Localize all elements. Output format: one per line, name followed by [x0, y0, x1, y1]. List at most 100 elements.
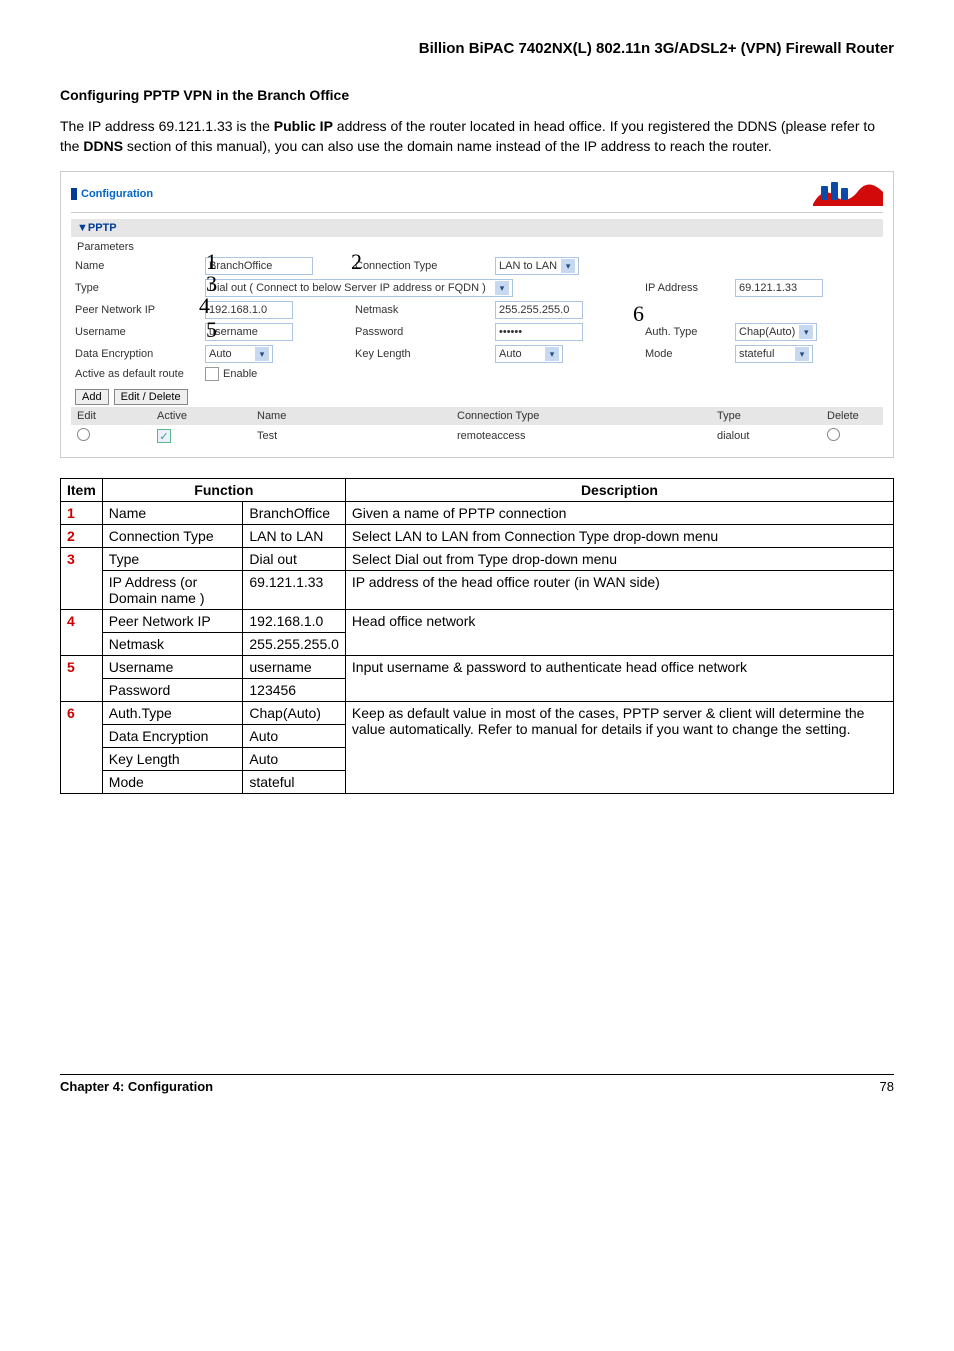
- val-name: BranchOffice: [243, 502, 346, 525]
- edit-radio[interactable]: [77, 428, 90, 441]
- peer-net-label: Peer Network IP: [75, 304, 205, 316]
- auth-type-label: Auth. Type: [645, 326, 735, 338]
- chevron-down-icon: ▾: [799, 325, 813, 339]
- th-function: Function: [102, 479, 345, 502]
- enable-label: Enable: [223, 368, 257, 380]
- auth-type-select[interactable]: Chap(Auto) ▾: [735, 323, 817, 341]
- page-footer: Chapter 4: Configuration 78: [60, 1074, 894, 1094]
- fn-keylen: Key Length: [102, 748, 243, 771]
- th-edit: Edit: [77, 410, 157, 422]
- button-row: Add Edit / Delete: [71, 387, 883, 407]
- item-6: 6: [61, 702, 103, 794]
- netmask-input[interactable]: 255.255.255.0: [495, 301, 583, 319]
- item-4: 4: [61, 610, 103, 656]
- reference-table: Item Function Description 1 Name BranchO…: [60, 478, 894, 794]
- brand-logo-icon: [813, 182, 883, 206]
- item-5: 5: [61, 656, 103, 702]
- ip-address-label: IP Address: [645, 282, 735, 294]
- intro-bold2: DDNS: [83, 138, 123, 154]
- fn-mode: Mode: [102, 771, 243, 794]
- conn-type-label: Connection Type: [355, 260, 495, 272]
- th-description: Description: [345, 479, 893, 502]
- key-length-label: Key Length: [355, 348, 495, 360]
- desc-conn-type: Select LAN to LAN from Connection Type d…: [345, 525, 893, 548]
- fn-pass: Password: [102, 679, 243, 702]
- data-enc-select[interactable]: Auto ▾: [205, 345, 273, 363]
- th-item: Item: [61, 479, 103, 502]
- password-label: Password: [355, 326, 495, 338]
- th-type: Type: [717, 410, 827, 422]
- td-type: dialout: [717, 430, 827, 442]
- val-auth: Chap(Auto): [243, 702, 346, 725]
- fn-ip: IP Address (or Domain name ): [102, 571, 243, 610]
- active-checkbox[interactable]: ✓: [157, 429, 171, 443]
- parameters-label: Parameters: [71, 237, 883, 257]
- step-4-overlay: 4: [199, 293, 210, 319]
- fn-user: Username: [102, 656, 243, 679]
- val-conn-type: LAN to LAN: [243, 525, 346, 548]
- enable-checkbox[interactable]: [205, 367, 219, 381]
- password-input[interactable]: ••••••: [495, 323, 583, 341]
- fn-auth: Auth.Type: [102, 702, 243, 725]
- auth-type-value: Chap(Auto): [739, 326, 795, 338]
- item-3: 3: [61, 548, 103, 610]
- config-title: Configuration: [71, 188, 153, 200]
- type-select[interactable]: Dial out ( Connect to below Server IP ad…: [205, 279, 513, 297]
- peer-net-input[interactable]: 192.168.1.0: [205, 301, 293, 319]
- desc-peer: Head office network: [345, 610, 893, 656]
- th-name: Name: [257, 410, 457, 422]
- chevron-down-icon: ▾: [795, 347, 809, 361]
- val-mode: stateful: [243, 771, 346, 794]
- val-netmask: 255.255.255.0: [243, 633, 346, 656]
- type-label: Type: [75, 282, 205, 294]
- key-length-select[interactable]: Auto▾: [495, 345, 563, 363]
- netmask-label: Netmask: [355, 304, 495, 316]
- chevron-down-icon: ▾: [495, 281, 509, 295]
- chevron-down-icon: ▾: [561, 259, 575, 273]
- val-enc: Auto: [243, 725, 346, 748]
- delete-radio[interactable]: [827, 428, 840, 441]
- edit-delete-button[interactable]: Edit / Delete: [114, 389, 188, 405]
- intro-post: section of this manual), you can also us…: [123, 138, 772, 154]
- type-value: Dial out ( Connect to below Server IP ad…: [209, 282, 486, 294]
- fn-enc: Data Encryption: [102, 725, 243, 748]
- fn-peer: Peer Network IP: [102, 610, 243, 633]
- conn-type-value: LAN to LAN: [499, 260, 557, 272]
- mode-select[interactable]: stateful▾: [735, 345, 813, 363]
- th-conn-type: Connection Type: [457, 410, 717, 422]
- ip-address-input[interactable]: 69.121.1.33: [735, 279, 823, 297]
- step-5-overlay: 5: [206, 317, 217, 343]
- desc-6: Keep as default value in most of the cas…: [345, 702, 893, 794]
- section-title: Configuring PPTP VPN in the Branch Offic…: [60, 87, 894, 103]
- form-grid: Name BranchOffice Connection Type LAN to…: [71, 257, 883, 387]
- page-header: Billion BiPAC 7402NX(L) 802.11n 3G/ADSL2…: [60, 40, 894, 57]
- mode-label: Mode: [645, 348, 735, 360]
- td-name: Test: [257, 430, 457, 442]
- fn-name: Name: [102, 502, 243, 525]
- td-conn-type: remoteaccess: [457, 430, 717, 442]
- intro-bold1: Public IP: [274, 118, 333, 134]
- pptp-section-header[interactable]: ▼PPTP: [71, 219, 883, 237]
- username-label: Username: [75, 326, 205, 338]
- name-input[interactable]: BranchOffice: [205, 257, 313, 275]
- th-delete: Delete: [827, 410, 887, 422]
- data-enc-value: Auto: [209, 348, 232, 360]
- footer-chapter: Chapter 4: Configuration: [60, 1079, 213, 1094]
- item-1: 1: [61, 502, 103, 525]
- intro-paragraph: The IP address 69.121.1.33 is the Public…: [60, 117, 894, 156]
- th-active: Active: [157, 410, 257, 422]
- desc-name: Given a name of PPTP connection: [345, 502, 893, 525]
- desc-ip: IP address of the head office router (in…: [345, 571, 893, 610]
- val-peer: 192.168.1.0: [243, 610, 346, 633]
- val-ip: 69.121.1.33: [243, 571, 346, 610]
- desc-type: Select Dial out from Type drop-down menu: [345, 548, 893, 571]
- conn-type-select[interactable]: LAN to LAN ▾: [495, 257, 579, 275]
- footer-page-number: 78: [880, 1079, 894, 1094]
- intro-pre: The IP address 69.121.1.33 is the: [60, 118, 274, 134]
- fn-type: Type: [102, 548, 243, 571]
- active-default-label: Active as default route: [75, 368, 205, 380]
- chevron-down-icon: ▾: [255, 347, 269, 361]
- add-button[interactable]: Add: [75, 389, 109, 405]
- username-input[interactable]: username: [205, 323, 293, 341]
- step-2-overlay: 2: [351, 249, 362, 275]
